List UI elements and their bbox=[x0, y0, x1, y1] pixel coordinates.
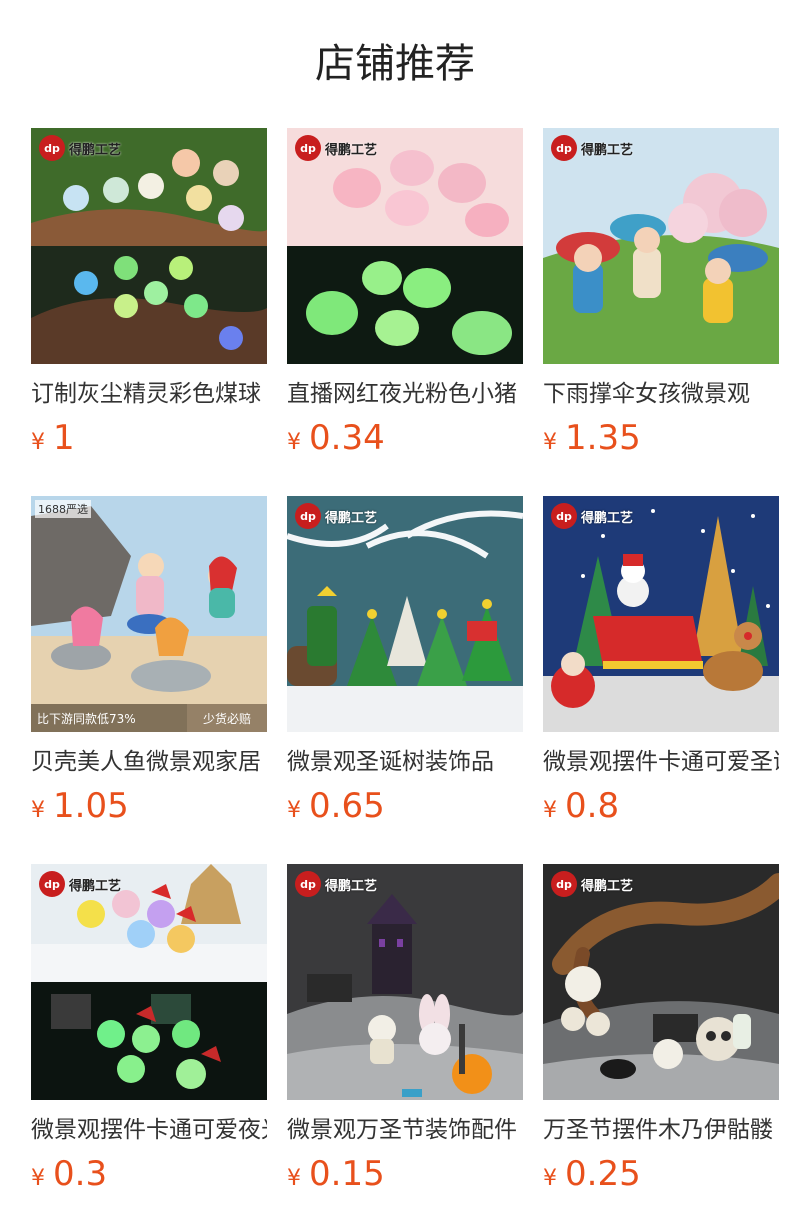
brand-name: 得鹏工艺 bbox=[325, 510, 378, 526]
product-image[interactable]: dp 得鹏工艺 bbox=[31, 128, 267, 364]
product-image[interactable]: dp 得鹏工艺 bbox=[287, 128, 523, 364]
product-image[interactable]: dp 得鹏工艺 bbox=[287, 496, 523, 732]
brand-logo: dp bbox=[39, 871, 65, 897]
brand-name: 得鹏工艺 bbox=[581, 510, 634, 526]
price-amount: 1.05 bbox=[53, 786, 129, 826]
brand-watermark: dp 得鹏工艺 bbox=[39, 870, 121, 898]
price-currency: ¥ bbox=[287, 798, 301, 823]
brand-logo: dp bbox=[295, 135, 321, 161]
brand-name: 得鹏工艺 bbox=[325, 878, 378, 894]
price-amount: 0.34 bbox=[309, 418, 385, 458]
brand-name: 得鹏工艺 bbox=[581, 142, 634, 158]
promo-guarantee: 少货必赔 bbox=[187, 704, 267, 732]
price-amount: 1.35 bbox=[565, 418, 641, 458]
product-name[interactable]: 贝壳美人鱼微景观家居 bbox=[31, 746, 267, 778]
brand-logo: dp bbox=[551, 871, 577, 897]
product-card[interactable]: dp 得鹏工艺 下雨撑伞女孩微景观 ¥ 1.35 bbox=[543, 128, 779, 458]
price-amount: 1 bbox=[53, 418, 75, 458]
price-amount: 0.8 bbox=[565, 786, 620, 826]
brand-watermark: dp 得鹏工艺 bbox=[295, 502, 377, 530]
price-currency: ¥ bbox=[31, 798, 45, 823]
product-card[interactable]: dp 得鹏工艺 直播网红夜光粉色小猪 ¥ 0.34 bbox=[287, 128, 523, 458]
product-card[interactable]: dp 得鹏工艺 微景观圣诞树装饰品 ¥ 0.65 bbox=[287, 496, 523, 826]
promo-strip: 比下游同款低73% 少货必赔 bbox=[31, 704, 267, 732]
page-title: 店铺推荐 bbox=[315, 41, 475, 87]
price-currency: ¥ bbox=[543, 1166, 557, 1191]
price-amount: 0.65 bbox=[309, 786, 385, 826]
brand-logo: dp bbox=[295, 503, 321, 529]
price-currency: ¥ bbox=[31, 1166, 45, 1191]
product-name[interactable]: 直播网红夜光粉色小猪 bbox=[287, 378, 523, 410]
brand-watermark: dp 得鹏工艺 bbox=[295, 134, 377, 162]
product-image[interactable]: 1688严选 比下游同款低73% 少货必赔 bbox=[31, 496, 267, 732]
product-card[interactable]: dp 得鹏工艺 万圣节摆件木乃伊骷髅 ¥ 0.25 bbox=[543, 864, 779, 1194]
product-image[interactable]: dp 得鹏工艺 bbox=[287, 864, 523, 1100]
price-currency: ¥ bbox=[287, 430, 301, 455]
promo-discount: 比下游同款低73% bbox=[31, 704, 187, 732]
product-name[interactable]: 订制灰尘精灵彩色煤球 bbox=[31, 378, 267, 410]
price-currency: ¥ bbox=[543, 798, 557, 823]
product-name[interactable]: 下雨撑伞女孩微景观 bbox=[543, 378, 779, 410]
product-card[interactable]: dp 得鹏工艺 订制灰尘精灵彩色煤球 ¥ 1 bbox=[31, 128, 267, 458]
brand-watermark: dp 得鹏工艺 bbox=[551, 870, 633, 898]
brand-watermark: dp 得鹏工艺 bbox=[551, 502, 633, 530]
brand-name: 得鹏工艺 bbox=[69, 142, 122, 158]
product-price: ¥ 0.34 bbox=[287, 418, 523, 458]
product-price: ¥ 0.65 bbox=[287, 786, 523, 826]
brand-watermark: dp 得鹏工艺 bbox=[39, 134, 121, 162]
price-currency: ¥ bbox=[543, 430, 557, 455]
product-card[interactable]: dp 得鹏工艺 微景观摆件卡通可爱夜光 ¥ 0.3 bbox=[31, 864, 267, 1194]
brand-logo: dp bbox=[551, 135, 577, 161]
price-amount: 0.15 bbox=[309, 1154, 385, 1194]
product-card[interactable]: 1688严选 比下游同款低73% 少货必赔 贝壳美人鱼微景观家居 ¥ 1.05 bbox=[31, 496, 267, 826]
product-image[interactable]: dp 得鹏工艺 bbox=[543, 128, 779, 364]
product-image[interactable]: dp 得鹏工艺 bbox=[543, 496, 779, 732]
product-name[interactable]: 微景观摆件卡通可爱夜光 bbox=[31, 1114, 267, 1146]
product-price: ¥ 0.3 bbox=[31, 1154, 267, 1194]
product-name[interactable]: 万圣节摆件木乃伊骷髅 bbox=[543, 1114, 779, 1146]
brand-name: 得鹏工艺 bbox=[325, 142, 378, 158]
product-price: ¥ 0.25 bbox=[543, 1154, 779, 1194]
product-name[interactable]: 微景观摆件卡通可爱圣诞 bbox=[543, 746, 779, 778]
brand-logo: dp bbox=[295, 871, 321, 897]
price-currency: ¥ bbox=[31, 430, 45, 455]
product-price: ¥ 0.8 bbox=[543, 786, 779, 826]
brand-watermark: dp 得鹏工艺 bbox=[295, 870, 377, 898]
product-image[interactable]: dp 得鹏工艺 bbox=[543, 864, 779, 1100]
brand-logo: dp bbox=[39, 135, 65, 161]
brand-name: 得鹏工艺 bbox=[581, 878, 634, 894]
product-price: ¥ 1 bbox=[31, 418, 267, 458]
brand-logo: dp bbox=[551, 503, 577, 529]
product-price: ¥ 1.05 bbox=[31, 786, 267, 826]
badge-1688: 1688严选 bbox=[35, 500, 91, 518]
price-amount: 0.25 bbox=[565, 1154, 641, 1194]
brand-watermark: dp 得鹏工艺 bbox=[551, 134, 633, 162]
product-card[interactable]: dp 得鹏工艺 微景观万圣节装饰配件 ¥ 0.15 bbox=[287, 864, 523, 1194]
brand-name: 得鹏工艺 bbox=[69, 878, 122, 894]
product-name[interactable]: 微景观万圣节装饰配件 bbox=[287, 1114, 523, 1146]
product-price: ¥ 1.35 bbox=[543, 418, 779, 458]
product-name[interactable]: 微景观圣诞树装饰品 bbox=[287, 746, 523, 778]
price-currency: ¥ bbox=[287, 1166, 301, 1191]
product-image[interactable]: dp 得鹏工艺 bbox=[31, 864, 267, 1100]
product-price: ¥ 0.15 bbox=[287, 1154, 523, 1194]
price-amount: 0.3 bbox=[53, 1154, 108, 1194]
product-card[interactable]: dp 得鹏工艺 微景观摆件卡通可爱圣诞 ¥ 0.8 bbox=[543, 496, 779, 826]
